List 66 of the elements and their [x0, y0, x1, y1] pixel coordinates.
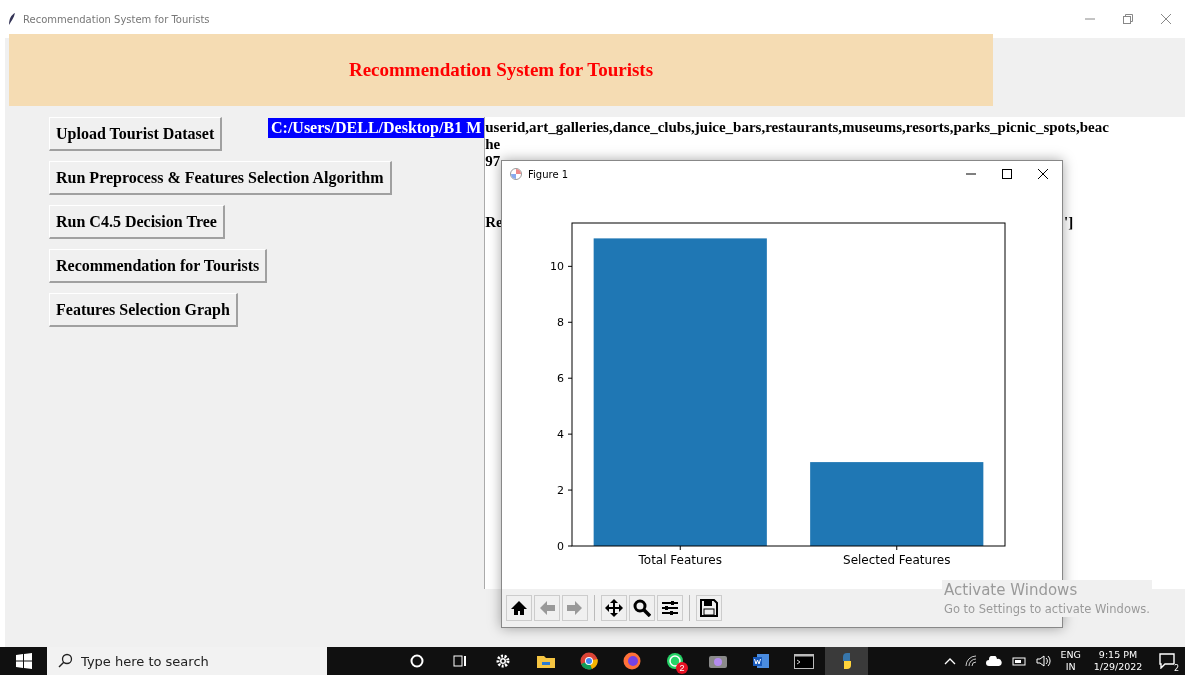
wifi-icon[interactable]	[964, 655, 977, 667]
sliders-icon	[661, 599, 679, 617]
back-arrow-icon	[538, 600, 556, 616]
forward-arrow-icon	[566, 600, 584, 616]
document-app-icon	[751, 653, 770, 669]
app-header: Recommendation System for Tourists	[9, 34, 993, 106]
toolbar-button[interactable]	[601, 595, 627, 621]
windows-logo-icon	[15, 653, 32, 669]
notification-badge: 2	[676, 662, 688, 674]
notification-count: 2	[1173, 664, 1179, 673]
language-indicator[interactable]: ENG	[1060, 649, 1081, 661]
output-text: userid,art_galleries,dance_clubs,juice_bars,restaurants,museums,resorts,parks_picnic_spots,beac	[485, 119, 1109, 136]
activation-title: Activate Windows	[944, 581, 1079, 599]
output-text: he	[485, 136, 501, 153]
y-tick-label: 4	[557, 428, 564, 442]
save-icon	[700, 599, 718, 617]
maximize-icon[interactable]	[1002, 169, 1012, 179]
file-path-label: C:/Users/DELL/Desktop/B1 M	[268, 118, 485, 138]
figure-app-icon	[510, 168, 522, 180]
y-tick-label: 0	[557, 540, 564, 553]
taskbar-app-button[interactable]	[825, 647, 868, 675]
circle-icon	[409, 654, 424, 668]
terminal-icon	[793, 653, 814, 669]
toolbar-button[interactable]	[506, 595, 532, 621]
x-tick-label: Selected Features	[843, 553, 951, 567]
toolbar-button[interactable]	[629, 595, 655, 621]
action-button[interactable]: Run Preprocess & Features Selection Algorithm	[49, 161, 392, 195]
window-title: Recommendation System for Tourists	[23, 13, 211, 25]
y-tick-label: 10	[550, 260, 564, 274]
close-icon[interactable]	[1038, 169, 1048, 179]
gear-icon	[494, 653, 511, 669]
action-button[interactable]: Run C4.5 Decision Tree	[49, 205, 225, 239]
fox-browser-icon	[622, 652, 641, 670]
toolbar-button[interactable]	[657, 595, 683, 621]
y-tick-label: 2	[557, 484, 564, 498]
activation-text: Go to Settings to activate Windows.	[944, 602, 1150, 616]
action-button[interactable]: Recommendation for Tourists	[49, 249, 268, 283]
figure-title: Figure 1	[528, 168, 569, 180]
x-tick-label: Total Features	[638, 553, 722, 567]
home-icon	[510, 600, 528, 616]
taskbar-app-button[interactable]: 2	[653, 647, 696, 675]
taskbar-search-field[interactable]: Type here to search	[47, 647, 327, 675]
action-button[interactable]: Features Selection Graph	[49, 293, 238, 327]
restore-icon[interactable]	[1123, 14, 1133, 24]
feather-icon	[8, 13, 16, 25]
browser-icon	[579, 652, 598, 670]
chevron-up-icon[interactable]	[943, 657, 956, 665]
cloud-icon[interactable]	[985, 656, 1002, 666]
toolbar-button[interactable]	[696, 595, 722, 621]
output-text: ']	[1064, 214, 1074, 231]
folder-icon	[535, 653, 556, 669]
action-center-button[interactable]: 2	[1155, 649, 1179, 673]
clock-time[interactable]: 9:15 PM	[1098, 649, 1138, 661]
y-tick-label: 6	[557, 372, 564, 386]
speaker-icon[interactable]	[1035, 655, 1052, 667]
message-icon	[1159, 653, 1175, 669]
move-icon	[605, 599, 623, 617]
camera-icon	[707, 653, 728, 669]
magnifier-icon	[633, 599, 651, 617]
clock-date[interactable]: 1/29/2022	[1093, 661, 1143, 673]
y-tick-label: 8	[557, 316, 564, 330]
region-indicator[interactable]: IN	[1065, 661, 1076, 673]
task-view-icon	[452, 654, 467, 668]
action-button[interactable]: Upload Tourist Dataset	[49, 117, 223, 151]
output-text: 97	[485, 153, 501, 170]
battery-icon[interactable]	[1010, 656, 1027, 666]
